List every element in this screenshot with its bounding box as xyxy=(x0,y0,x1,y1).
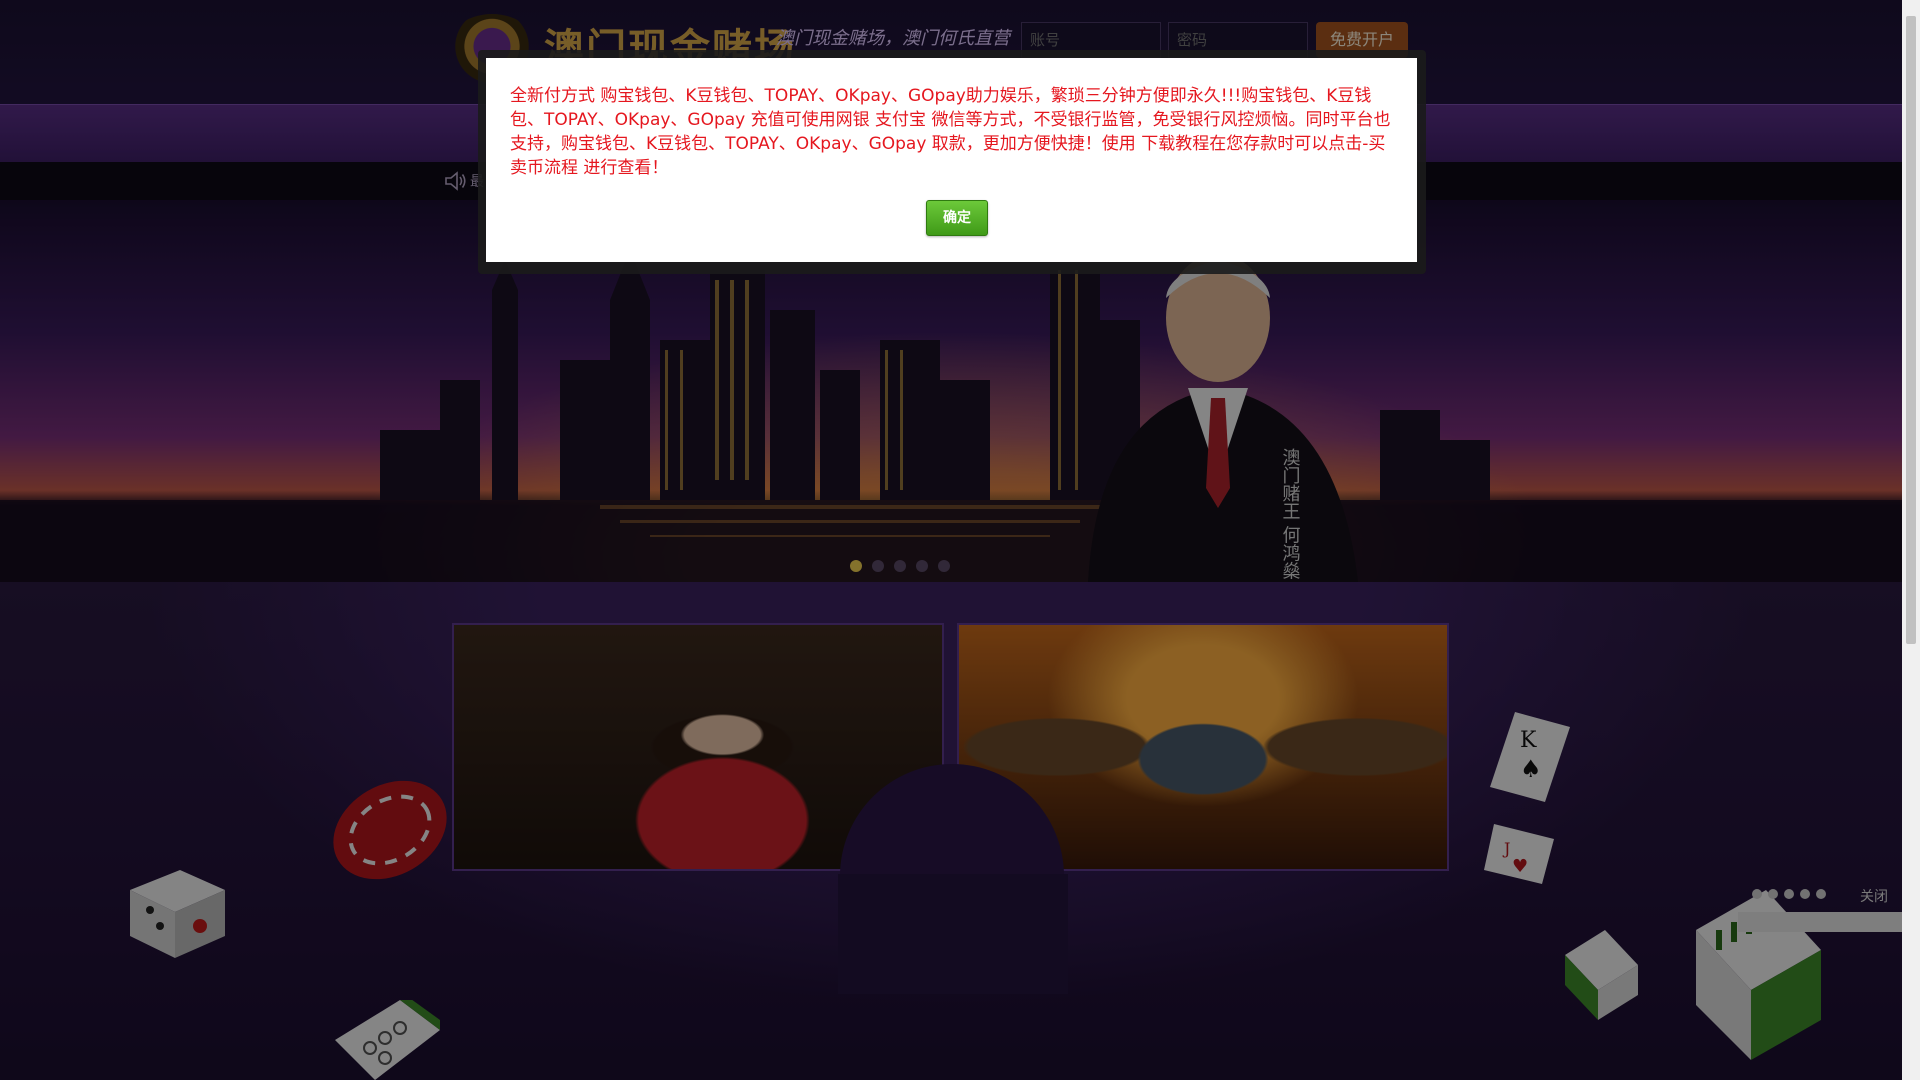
payment-notice-dialog: 全新付方式 购宝钱包、K豆钱包、TOPAY、OKpay、GOpay助力娱乐，繁琐… xyxy=(486,58,1417,262)
confirm-button[interactable]: 确定 xyxy=(926,200,988,236)
page-scrollbar[interactable] xyxy=(1902,0,1920,1080)
scrollbar-thumb[interactable] xyxy=(1906,16,1916,644)
dialog-message: 全新付方式 购宝钱包、K豆钱包、TOPAY、OKpay、GOpay助力娱乐，繁琐… xyxy=(510,86,1391,178)
